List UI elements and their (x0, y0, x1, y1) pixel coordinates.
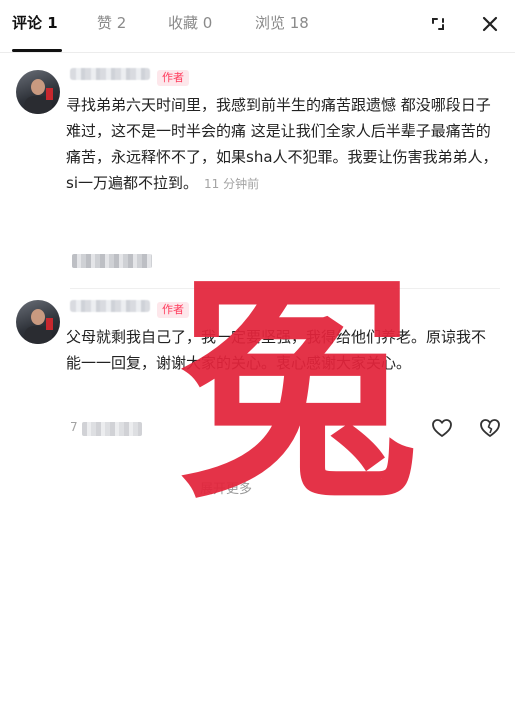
reply-info-blurred[interactable] (72, 254, 152, 268)
avatar[interactable] (16, 300, 60, 344)
avatar[interactable] (16, 70, 60, 114)
comment-panel-header: 评论 1 赞 2 收藏 0 浏览 18 (0, 0, 515, 53)
expand-icon (432, 18, 444, 30)
comment-time: 11 分钟前 (203, 177, 260, 191)
active-tab-indicator (12, 49, 62, 52)
comment-body: 寻找弟弟六天时间里，我感到前半生的痛苦跟遗憾 都没哪段日子难过，这不是一时半会的… (66, 96, 498, 192)
author-badge: 作者 (157, 70, 189, 86)
stamp-overlay: 冤 (178, 254, 417, 531)
heart-icon (432, 419, 452, 437)
tab-comments[interactable]: 评论 1 (12, 12, 58, 33)
close-button[interactable] (476, 10, 504, 38)
tab-likes[interactable]: 赞 2 (97, 12, 126, 33)
username-blurred[interactable] (70, 68, 150, 80)
like-button[interactable] (430, 416, 454, 440)
comment-text: 寻找弟弟六天时间里，我感到前半生的痛苦跟遗憾 都没哪段日子难过，这不是一时半会的… (66, 92, 498, 197)
comment-time: 7 (70, 420, 78, 434)
reply-info-blurred[interactable] (82, 422, 142, 436)
tab-favorites[interactable]: 收藏 0 (168, 12, 212, 33)
username-blurred[interactable] (70, 300, 150, 312)
tab-views[interactable]: 浏览 18 (255, 12, 309, 33)
close-icon (482, 16, 498, 32)
expand-button[interactable] (424, 10, 452, 38)
dislike-heart-icon (480, 419, 500, 437)
dislike-button[interactable] (478, 416, 502, 440)
